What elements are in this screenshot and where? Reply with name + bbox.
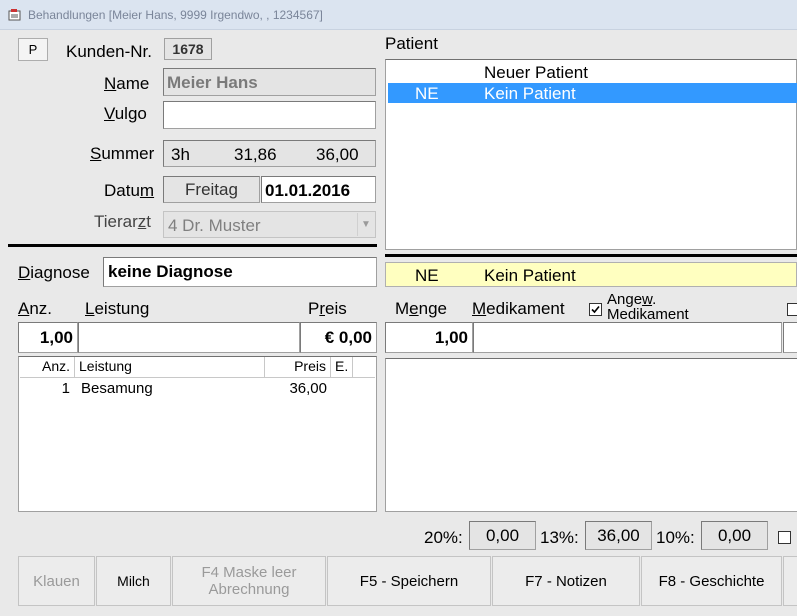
app-icon: [8, 9, 21, 21]
weekday-field: Freitag: [163, 176, 260, 203]
patient-row-selected[interactable]: NE Kein Patient: [388, 83, 797, 103]
summer-value-1: 31,86: [234, 145, 277, 164]
tax-20-value: 0,00: [469, 521, 536, 550]
tierarzt-value: 4 Dr. Muster: [168, 216, 261, 235]
anz-label: Anz.: [18, 299, 53, 318]
tax-10-value: 0,00: [701, 521, 768, 550]
tierarzt-select[interactable]: 4 Dr. Muster ▼: [163, 211, 376, 238]
klauen-button[interactable]: Klauen: [18, 556, 95, 606]
patient-name: Kein Patient: [484, 84, 576, 103]
patient-code: NE: [415, 84, 439, 103]
tax-13-label: 13%:: [540, 528, 579, 547]
patient-name: Neuer Patient: [484, 63, 588, 82]
tax-10-label: 10%:: [656, 528, 695, 547]
milch-button[interactable]: Milch: [96, 556, 171, 606]
menge-input[interactable]: 1,00: [385, 322, 473, 353]
title-bar: Behandlungen [Meier Hans, 9999 Irgendwo,…: [0, 0, 797, 30]
kunden-nr-value: 1678: [164, 38, 212, 60]
diagnose-label: Diagnose: [18, 263, 90, 282]
table-row[interactable]: 1 Besamung 36,00: [20, 379, 375, 399]
menge-label: Menge: [395, 299, 448, 318]
tax-13-value: 36,00: [585, 521, 652, 550]
current-patient-name: Kein Patient: [484, 266, 576, 285]
f4-line1: F4 Maske leer: [201, 564, 297, 581]
leistung-table-header: Anz. Leistung Preis E.: [20, 357, 375, 378]
vulgo-label: Vulgo: [104, 104, 147, 123]
p-button[interactable]: P: [18, 38, 48, 61]
left-divider: [8, 244, 377, 247]
leistung-input[interactable]: [78, 322, 300, 353]
diagnose-field[interactable]: keine Diagnose: [103, 257, 377, 287]
more-button[interactable]: [783, 556, 797, 606]
summer-hours: 3h: [171, 145, 190, 164]
chevron-down-icon[interactable]: ▼: [357, 213, 374, 236]
f4-maske-leer-button[interactable]: F4 Maske leer Abrechnung: [172, 556, 326, 606]
leistung-label: Leistung: [85, 299, 150, 318]
col-leistung[interactable]: Leistung: [75, 357, 265, 377]
preis-label: Preis: [308, 299, 347, 318]
patient-label: Patient: [385, 34, 438, 53]
window-title: Behandlungen [Meier Hans, 9999 Irgendwo,…: [28, 8, 323, 22]
check-icon: [591, 305, 600, 314]
summer-value-2: 36,00: [316, 145, 359, 164]
datum-label: Datum: [104, 181, 155, 200]
current-patient-code: NE: [415, 266, 439, 285]
extra-checkbox[interactable]: [787, 303, 797, 316]
f8-geschichte-button[interactable]: F8 - Geschichte: [641, 556, 782, 606]
right-divider: [385, 254, 797, 257]
medikament-extra-input[interactable]: [783, 322, 797, 353]
f5-speichern-button[interactable]: F5 - Speichern: [327, 556, 491, 606]
date-field[interactable]: 01.01.2016: [261, 176, 376, 203]
name-label: Name: [104, 74, 150, 93]
tax-checkbox[interactable]: [778, 531, 791, 544]
row-leistung: Besamung: [81, 380, 153, 397]
summer-field: 3h 31,86 36,00: [163, 140, 376, 167]
current-patient-bar: NE Kein Patient: [385, 262, 797, 287]
tierarzt-label: Tierarzt: [94, 212, 151, 231]
vulgo-field[interactable]: [163, 101, 376, 129]
row-anz: 1: [61, 380, 70, 397]
medikament-input[interactable]: [473, 322, 782, 353]
f7-notizen-button[interactable]: F7 - Notizen: [492, 556, 640, 606]
tax-20-label: 20%:: [424, 528, 463, 547]
summer-label: Summer: [90, 144, 155, 163]
medikament-label: Medikament: [472, 299, 565, 318]
col-e[interactable]: E.: [331, 357, 353, 377]
medikament-list[interactable]: [385, 358, 797, 512]
row-preis: 36,00: [289, 380, 327, 397]
name-field[interactable]: Meier Hans: [163, 68, 376, 96]
angew-label: Angew. Medikament: [607, 292, 689, 323]
angew-checkbox[interactable]: [589, 303, 602, 316]
col-anz[interactable]: Anz.: [20, 357, 75, 377]
col-preis[interactable]: Preis: [265, 357, 331, 377]
anz-input[interactable]: 1,00: [18, 322, 78, 353]
preis-input[interactable]: € 0,00: [300, 322, 377, 353]
patient-row-new[interactable]: Neuer Patient: [388, 63, 797, 83]
kunden-nr-label: Kunden-Nr.: [66, 42, 152, 61]
f4-line2: Abrechnung: [208, 581, 290, 598]
